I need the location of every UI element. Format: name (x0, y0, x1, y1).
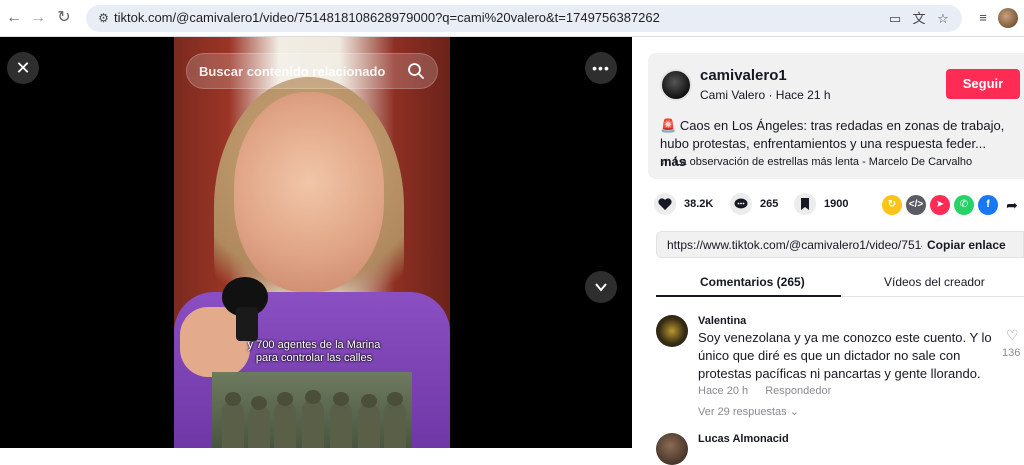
commenter-avatar[interactable] (656, 433, 688, 465)
commenter-name[interactable]: Valentina (698, 315, 746, 327)
comment-text: Soy venezolana y ya me conozco este cuen… (698, 330, 992, 381)
url-text[interactable]: tiktok.com/@camivalero1/video/7514818108… (114, 10, 660, 25)
whatsapp-icon[interactable]: ✆ (954, 195, 974, 215)
share-arrow-icon[interactable]: ➦ (1002, 195, 1022, 215)
comment-meta: Hace 20 h Respondedor (698, 385, 845, 397)
back-arrow-icon[interactable]: ← (2, 6, 26, 30)
more-options-icon[interactable]: ••• (585, 52, 617, 84)
chevron-down-icon[interactable] (585, 271, 617, 303)
comment-like-count: 136 (1002, 347, 1021, 359)
reply-button[interactable]: Respondedor (765, 385, 831, 397)
inset-soldiers-image (212, 372, 412, 448)
bookmark-icon (794, 193, 816, 215)
related-search-input[interactable]: Buscar contenido relacionado (186, 53, 438, 89)
video-details-panel: camivalero1 Cami Valero · Hace 21 h Segu… (632, 37, 1024, 465)
comment-item: Lucas Almonacid (656, 433, 1024, 465)
forward-arrow-icon[interactable]: → (26, 6, 50, 30)
active-tab-indicator (656, 295, 841, 297)
facebook-icon[interactable]: f (978, 195, 998, 215)
bookmark-star-icon[interactable]: ☆ (934, 10, 952, 28)
creator-username[interactable]: camivalero1 (700, 67, 787, 84)
site-info-icon[interactable]: ⚙ (96, 11, 111, 26)
translate-icon[interactable]: 文 (910, 10, 928, 28)
like-count: 38.2K (684, 198, 714, 210)
follow-button[interactable]: Seguir (946, 69, 1020, 99)
send-to-friends-icon[interactable]: ➤ (930, 195, 950, 215)
creator-avatar[interactable] (660, 69, 692, 101)
copy-link-button[interactable]: Copiar enlace (927, 238, 1006, 252)
reload-icon[interactable]: ↻ (52, 6, 76, 30)
save-count: 1900 (824, 198, 849, 210)
embed-icon[interactable]: </> (906, 195, 926, 215)
heart-icon (654, 193, 676, 215)
video-frame[interactable]: y 700 agentes de la Marina para controla… (174, 37, 450, 448)
video-caption: y 700 agentes de la Marina para controla… (247, 339, 381, 364)
creator-card: camivalero1 Cami Valero · Hace 21 h Segu… (648, 53, 1024, 179)
repost-icon[interactable]: ↻ (882, 195, 902, 215)
comment-item: Valentina Soy venezolana y ya me conozco… (656, 315, 1024, 425)
tab-bar: Comentarios (265) Vídeos del creador (656, 269, 1024, 297)
description-text: Caos en Los Ángeles: tras redadas en zon… (660, 118, 1005, 151)
search-icon[interactable] (407, 62, 425, 80)
siren-emoji: 🚨 (660, 118, 677, 133)
commenter-avatar[interactable] (656, 315, 688, 347)
microphone-body (236, 307, 258, 341)
comment-count: 265 (760, 198, 779, 210)
comment-icon (730, 193, 752, 215)
comment-like-icon[interactable]: ♡ (1006, 327, 1019, 344)
comment-time: Hace 20 h (698, 385, 749, 397)
view-replies-button[interactable]: Ver 29 respuestas ⌄ (698, 405, 799, 418)
cast-icon[interactable]: ▭ (886, 10, 904, 28)
browser-toolbar: ← → ↻ ⚙ tiktok.com/@camivalero1/video/75… (0, 0, 1024, 37)
video-subject-face (234, 92, 384, 292)
search-placeholder: Buscar contenido relacionado (199, 64, 386, 79)
chevron-down-icon: ⌄ (789, 406, 799, 418)
creator-subline: Cami Valero · Hace 21 h (700, 88, 831, 102)
close-icon[interactable]: ✕ (7, 52, 39, 84)
share-link-url[interactable]: https://www.tiktok.com/@camivalero1/vide… (667, 238, 922, 252)
profile-avatar[interactable] (998, 8, 1018, 28)
tab-comments[interactable]: Comentarios (265) (700, 275, 805, 289)
share-link-box: https://www.tiktok.com/@camivalero1/vide… (656, 231, 1024, 258)
media-icon[interactable]: ≡ (974, 9, 992, 27)
address-bar[interactable]: ⚙ tiktok.com/@camivalero1/video/75148181… (86, 5, 962, 32)
tab-creator-videos[interactable]: Vídeos del creador (884, 275, 985, 289)
music-row[interactable]: ♫ La observación de estrellas más lenta … (660, 156, 972, 168)
music-title[interactable]: La observación de estrellas más lenta - … (674, 156, 972, 168)
video-stage: y 700 agentes de la Marina para controla… (0, 37, 632, 448)
music-note-icon: ♫ (660, 156, 675, 168)
commenter-name[interactable]: Lucas Almonacid (698, 433, 789, 445)
